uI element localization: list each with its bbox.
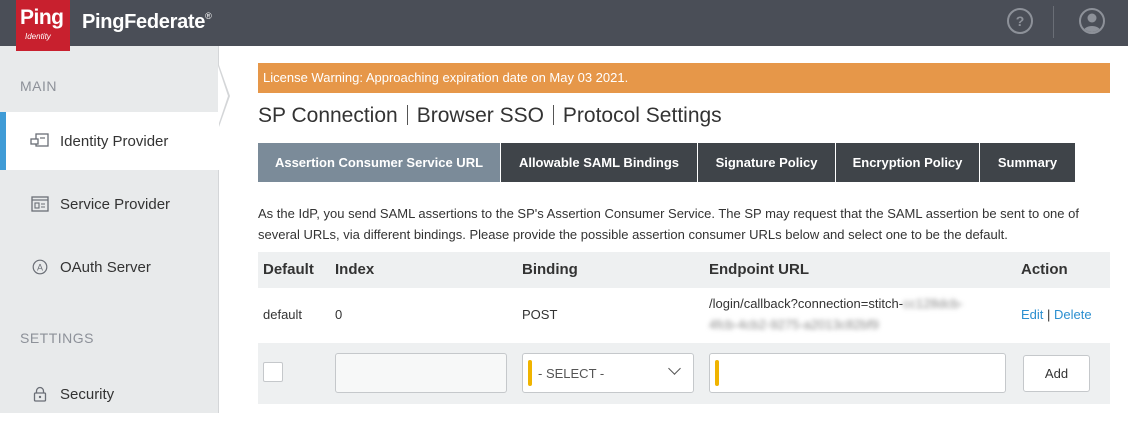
cell-default: default xyxy=(263,307,303,322)
ping-identity-logo[interactable]: Ping Identity xyxy=(16,0,70,51)
breadcrumb-protocol-settings: Protocol Settings xyxy=(562,104,722,127)
sidebar-item-security[interactable]: Security xyxy=(0,365,218,423)
identity-provider-icon xyxy=(30,131,50,151)
sidebar-section-main: MAIN xyxy=(20,78,57,94)
lock-icon xyxy=(30,384,50,404)
active-indicator xyxy=(218,66,228,126)
license-warning-banner: License Warning: Approaching expiration … xyxy=(258,63,1110,93)
logo-text: Ping xyxy=(20,6,64,29)
product-name-text: PingFederate xyxy=(82,11,206,33)
endpoint-url-redacted: cc128dcb- xyxy=(903,296,964,311)
sidebar-item-oauth-server[interactable]: A OAuth Server xyxy=(0,238,218,296)
sidebar-item-label: Security xyxy=(60,385,115,403)
required-indicator xyxy=(715,360,719,386)
chevron-down-icon xyxy=(668,362,681,375)
cell-action: Edit | Delete xyxy=(1021,307,1092,322)
tab-signature-policy[interactable]: Signature Policy xyxy=(698,143,836,182)
question-circle-icon[interactable]: ? xyxy=(1007,8,1033,34)
sidebar-item-service-provider[interactable]: Service Provider xyxy=(0,175,218,233)
delete-link[interactable]: Delete xyxy=(1054,307,1092,322)
wizard-tabs: Assertion Consumer Service URL Allowable… xyxy=(258,143,1076,182)
edit-link[interactable]: Edit xyxy=(1021,307,1043,322)
sidebar-item-label: OAuth Server xyxy=(60,258,151,276)
column-header-binding: Binding xyxy=(522,261,578,278)
sidebar-section-settings: SETTINGS xyxy=(20,330,95,346)
column-header-default: Default xyxy=(263,261,314,278)
top-bar: Ping Identity PingFederate® ? xyxy=(0,0,1128,51)
binding-select-value: - SELECT - xyxy=(538,366,605,381)
binding-select[interactable]: - SELECT - xyxy=(522,353,694,393)
oauth-server-icon: A xyxy=(30,257,50,277)
required-indicator xyxy=(528,360,532,386)
breadcrumb-separator xyxy=(552,105,554,125)
svg-text:A: A xyxy=(37,263,43,273)
breadcrumb-sp-connection: SP Connection xyxy=(258,104,398,127)
tab-assertion-consumer-service-url[interactable]: Assertion Consumer Service URL xyxy=(258,143,501,182)
cell-endpoint-url: /login/callback?connection=stitch-cc128d… xyxy=(709,296,963,311)
logo-subtext: Identity xyxy=(25,32,51,41)
service-provider-icon xyxy=(30,194,50,214)
column-header-endpoint-url: Endpoint URL xyxy=(709,261,809,278)
endpoint-url-redacted: 4fcb-4cb2-9275-a2013c82bf9 xyxy=(709,317,879,332)
endpoint-url-text: /login/callback?connection=stitch- xyxy=(709,296,904,311)
tab-encryption-policy[interactable]: Encryption Policy xyxy=(836,143,980,182)
header-divider xyxy=(1053,6,1054,38)
column-header-action: Action xyxy=(1021,261,1068,278)
user-circle-icon[interactable] xyxy=(1079,8,1105,34)
endpoint-url-input[interactable] xyxy=(709,353,1006,393)
table-header: Default Index Binding Endpoint URL Actio… xyxy=(258,252,1110,288)
tab-allowable-saml-bindings[interactable]: Allowable SAML Bindings xyxy=(501,143,698,182)
tab-summary[interactable]: Summary xyxy=(980,143,1076,182)
product-name: PingFederate® xyxy=(82,11,212,34)
default-checkbox[interactable] xyxy=(263,362,283,382)
new-endpoint-row: - SELECT - Add xyxy=(258,343,1110,404)
table-row: default 0 POST /login/callback?connectio… xyxy=(258,290,1110,340)
page-description: As the IdP, you send SAML assertions to … xyxy=(258,206,1079,242)
sidebar-item-identity-provider[interactable]: Identity Provider xyxy=(0,112,222,170)
breadcrumb-separator xyxy=(406,105,408,125)
breadcrumb-browser-sso: Browser SSO xyxy=(416,104,544,127)
index-input[interactable] xyxy=(335,353,507,393)
breadcrumb: SP Connection Browser SSO Protocol Setting… xyxy=(258,104,722,128)
add-button[interactable]: Add xyxy=(1023,355,1090,392)
cell-binding: POST xyxy=(522,307,558,322)
sidebar-item-label: Identity Provider xyxy=(60,132,169,150)
column-header-index: Index xyxy=(335,261,375,278)
sidebar-item-label: Service Provider xyxy=(60,195,171,213)
action-separator: | xyxy=(1047,307,1051,322)
registered-mark: ® xyxy=(205,11,212,21)
sidebar: MAIN Identity Provider Service Provider … xyxy=(0,46,222,413)
cell-index: 0 xyxy=(335,307,343,322)
